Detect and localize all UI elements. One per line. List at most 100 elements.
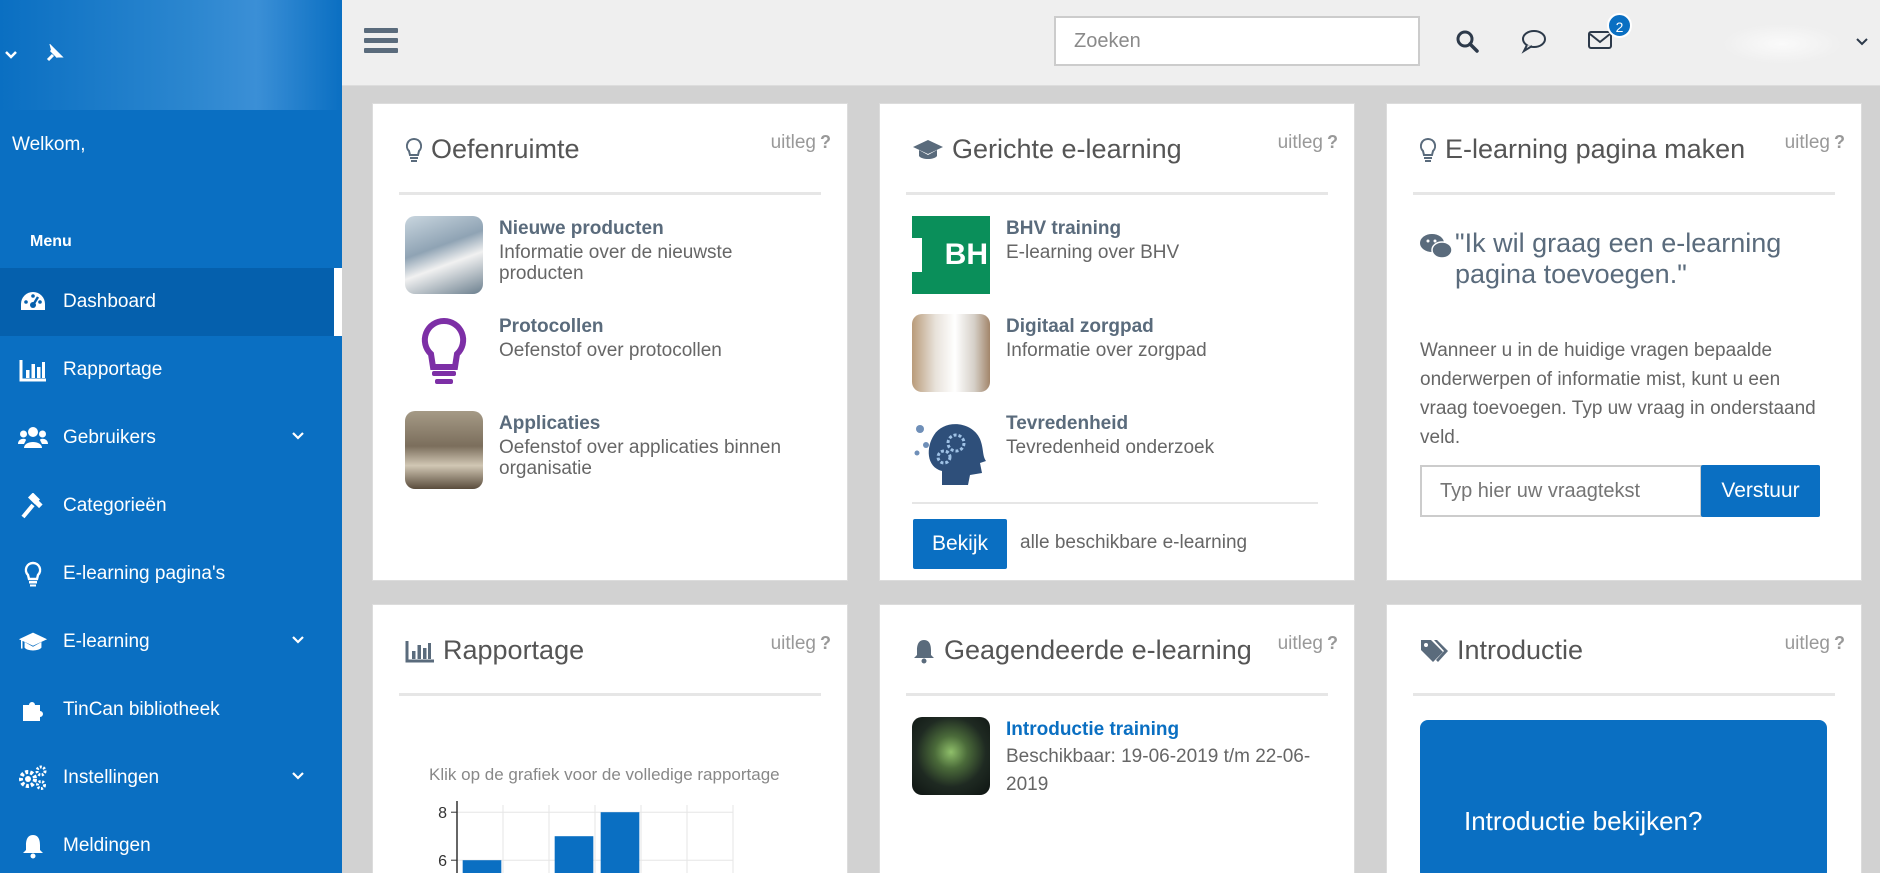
list-item[interactable]: Nieuwe producten Informatie over de nieu… — [405, 216, 769, 294]
item-desc: E-learning over BHV — [1006, 242, 1180, 263]
item-title[interactable]: Tevredenheid — [1006, 413, 1214, 435]
pin-icon[interactable] — [44, 43, 64, 64]
search-input[interactable] — [1054, 16, 1420, 66]
y-tick-label: 8 — [438, 805, 447, 822]
y-tick-label: 6 — [438, 853, 447, 870]
plant-thumbnail — [912, 717, 990, 795]
list-item[interactable]: Protocollen Oefenstof over protocollen — [405, 314, 722, 392]
introductie-box[interactable]: Introductie bekijken? — [1420, 720, 1827, 873]
card-title: Introductie — [1419, 635, 1583, 666]
head-gears-thumbnail — [912, 411, 990, 489]
sidebar-header — [0, 0, 342, 110]
sidebar-item-instellingen[interactable]: Instellingen — [0, 744, 342, 812]
users-icon — [18, 423, 48, 453]
mail-count-badge: 2 — [1607, 13, 1632, 38]
divider — [1413, 192, 1835, 195]
card-rapportage: Rapportage uitleg? Klik op de grafiek vo… — [372, 604, 848, 873]
uitleg-link[interactable]: uitleg? — [1785, 633, 1845, 655]
hamburger-menu-icon[interactable] — [364, 28, 398, 56]
item-desc: Oefenstof over applicaties binnen organi… — [499, 437, 782, 479]
sidebar-item-elearning[interactable]: E-learning — [0, 608, 342, 676]
verstuur-button[interactable]: Verstuur — [1701, 465, 1820, 517]
uitleg-link[interactable]: uitleg? — [1278, 132, 1338, 154]
chart-hint: Klik op de grafiek voor de volledige rap… — [429, 765, 780, 784]
uitleg-link[interactable]: uitleg? — [771, 132, 831, 154]
divider — [906, 693, 1328, 696]
sidebar-item-meldingen[interactable]: Meldingen — [0, 812, 342, 873]
chevron-down-icon[interactable] — [1854, 34, 1872, 52]
welcome-text: Welkom, — [12, 134, 86, 155]
vraagtekst-input[interactable] — [1420, 465, 1702, 517]
bar-chart-icon — [405, 640, 434, 662]
user-avatar[interactable] — [1722, 24, 1842, 64]
graduation-cap-icon — [913, 139, 943, 159]
chevron-down-icon[interactable] — [290, 428, 308, 446]
sidebar: Welkom, Menu Dashboard Rapportage Gebrui… — [0, 0, 342, 873]
item-title[interactable]: Protocollen — [499, 316, 722, 338]
chat-icon[interactable] — [1520, 28, 1548, 56]
item-title[interactable]: Digitaal zorgpad — [1006, 316, 1207, 338]
sidebar-item-label: E-learning — [63, 631, 150, 652]
puzzle-icon — [18, 695, 48, 725]
chevron-down-icon[interactable] — [4, 46, 18, 67]
chevron-down-icon[interactable] — [290, 768, 308, 786]
uitleg-link[interactable]: uitleg? — [1785, 132, 1845, 154]
lightbulb-icon — [405, 314, 483, 392]
dashboard-icon — [18, 287, 48, 317]
quote-text: "Ik wil graag een e-learning pagina toev… — [1455, 228, 1782, 289]
bar-chart-icon — [18, 355, 48, 385]
sidebar-item-elearning-paginas[interactable]: E-learning pagina's — [0, 540, 342, 608]
sidebar-item-tincan[interactable]: TinCan bibliotheek — [0, 676, 342, 744]
lightbulb-icon — [18, 559, 48, 589]
tags-icon — [1421, 639, 1448, 662]
list-item[interactable]: Tevredenheid Tevredenheid onderzoek — [912, 411, 1214, 489]
introductie-box-text: Introductie bekijken? — [1464, 806, 1703, 836]
card-title-text: Gerichte e-learning — [952, 134, 1182, 164]
card-title: Oefenruimte — [405, 134, 580, 165]
item-title[interactable]: Applicaties — [499, 413, 799, 435]
uitleg-link[interactable]: uitleg? — [1278, 633, 1338, 655]
divider — [1413, 693, 1835, 696]
card-oefenruimte: Oefenruimte uitleg? Nieuwe producten Inf… — [372, 103, 848, 581]
chart-bar[interactable] — [554, 836, 594, 873]
chart-bar[interactable] — [462, 860, 502, 873]
card-title-text: Oefenruimte — [431, 134, 580, 164]
list-item[interactable]: Applicaties Oefenstof over applicaties b… — [405, 411, 799, 489]
card-title: E-learning pagina maken — [1419, 134, 1745, 165]
chart-bar[interactable] — [600, 812, 640, 873]
search-icon[interactable] — [1454, 28, 1482, 56]
sidebar-item-dashboard[interactable]: Dashboard — [0, 268, 342, 336]
card-title: Gerichte e-learning — [912, 134, 1182, 165]
item-title[interactable]: BHV training — [1006, 218, 1179, 240]
sidebar-item-categorieen[interactable]: Categorieën — [0, 472, 342, 540]
divider — [912, 502, 1318, 504]
card-title-text: Introductie — [1457, 635, 1584, 665]
sidebar-item-label: TinCan bibliotheek — [63, 699, 220, 720]
item-title[interactable]: Nieuwe producten — [499, 218, 769, 240]
card-title: Rapportage — [405, 635, 584, 666]
sidebar-item-rapportage[interactable]: Rapportage — [0, 336, 342, 404]
chevron-down-icon[interactable] — [290, 632, 308, 650]
rapportage-chart[interactable]: 68 — [423, 795, 743, 873]
card-elearning-pagina-maken: E-learning pagina maken uitleg? "Ik wil … — [1386, 103, 1862, 581]
card-title-text: Rapportage — [443, 635, 585, 665]
office-thumbnail — [405, 411, 483, 489]
product-thumbnail — [405, 216, 483, 294]
lightbulb-icon — [1419, 137, 1437, 162]
card-title-text: Geagendeerde e-learning — [944, 635, 1252, 665]
bekijk-note: alle beschikbare e-learning — [1020, 532, 1248, 553]
list-item[interactable]: Introductie training Beschikbaar: 19-06-… — [912, 717, 1336, 799]
sidebar-item-gebruikers[interactable]: Gebruikers — [0, 404, 342, 472]
item-title[interactable]: Introductie training — [1006, 719, 1336, 741]
list-item[interactable]: Digitaal zorgpad Informatie over zorgpad — [912, 314, 1207, 392]
uitleg-link[interactable]: uitleg? — [771, 633, 831, 655]
bhv-logo-text: BH — [944, 238, 988, 271]
bekijk-button[interactable]: Bekijk — [913, 519, 1007, 569]
gavel-icon — [18, 491, 48, 521]
item-desc: Informatie over zorgpad — [1006, 340, 1207, 361]
wechat-icon — [1420, 234, 1453, 259]
sidebar-item-label: Categorieën — [63, 495, 167, 516]
list-item[interactable]: BH BHV training E-learning over BHV — [912, 216, 1179, 294]
graduation-cap-icon — [18, 627, 48, 657]
divider — [399, 192, 821, 195]
